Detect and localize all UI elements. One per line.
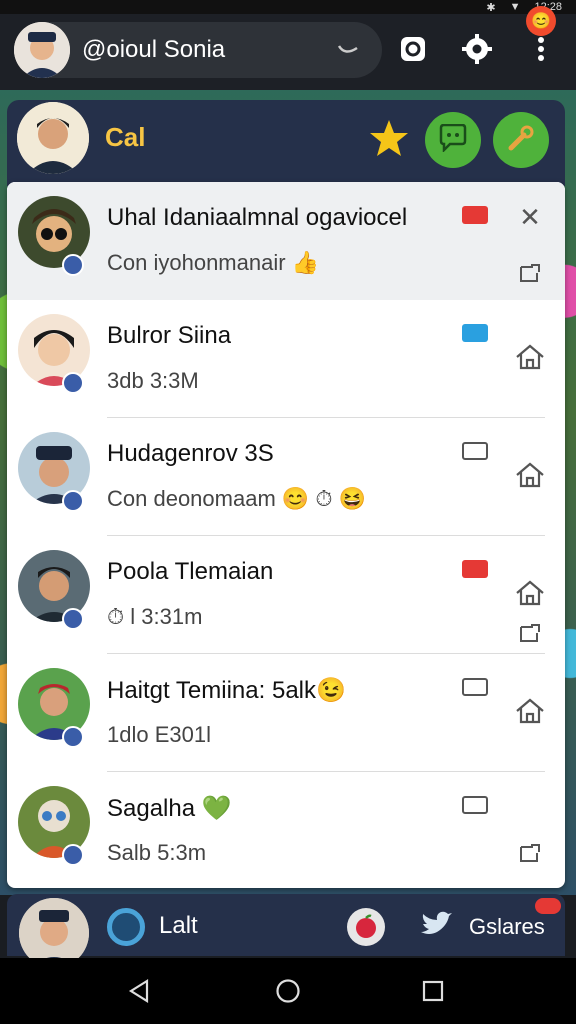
message-preview: Salb 5:3m (107, 840, 207, 865)
reply-icon[interactable] (513, 256, 547, 290)
emoji-badge-icon: 😊 (526, 6, 556, 36)
reply-icon[interactable] (513, 616, 547, 650)
home-icon[interactable] (513, 694, 547, 728)
voice-search-icon[interactable] (328, 30, 368, 70)
message-preview: 3db 3:3M (107, 368, 199, 393)
bottom-right-label[interactable]: Gslares (469, 914, 545, 940)
status-ring-icon[interactable] (107, 908, 145, 946)
bluetooth-icon: ✱ (486, 1, 496, 14)
status-bar: ✱ ▼ 12:28 (0, 0, 576, 14)
home-nav-icon[interactable] (275, 978, 301, 1004)
online-badge (62, 372, 84, 394)
back-icon[interactable] (126, 978, 152, 1004)
online-badge (62, 844, 84, 866)
label-tag-icon (462, 560, 488, 578)
more-options-icon[interactable] (524, 32, 558, 66)
bird-app-icon[interactable] (419, 910, 453, 940)
label-tag-icon (462, 442, 488, 460)
tools-button[interactable] (493, 112, 549, 168)
chat-bubble-icon (438, 123, 468, 157)
close-icon[interactable]: ✕ (513, 200, 547, 234)
group-name: Cal (105, 122, 146, 152)
contact-name: Hudagenrov 3S (107, 440, 274, 467)
new-chat-button[interactable] (425, 112, 481, 168)
chat-row[interactable]: Haitgt Temiina: 5alk😉 1dlo E301l (7, 654, 565, 772)
contact-name: Poola Tlemaian (107, 558, 274, 585)
label-tag-icon (462, 678, 488, 696)
online-badge (62, 490, 84, 512)
message-preview: Con deonomaam 😊 ⏱ 😆 (107, 486, 367, 511)
message-preview: ⏱ l 3:31m (107, 604, 203, 629)
label-tag-icon (462, 324, 488, 342)
search-title: @oioul Sonia (82, 36, 226, 63)
settings-gear-icon[interactable] (460, 32, 494, 66)
contact-name: Uhal Idaniaalmnal ogaviocel (107, 204, 408, 231)
apple-app-icon[interactable] (347, 908, 385, 946)
home-icon[interactable] (513, 340, 547, 374)
notification-badge (535, 898, 561, 914)
online-badge (62, 726, 84, 748)
contact-name: Haitgt Temiina: 5alk😉 (107, 677, 346, 704)
label-tag-icon (462, 206, 488, 224)
chat-row[interactable]: Bulror Siina 3db 3:3M (7, 300, 565, 418)
bottom-bar: Lalt Gslares (7, 894, 565, 968)
profile-avatar[interactable] (14, 22, 70, 78)
home-icon[interactable] (513, 576, 547, 610)
message-preview: 1dlo E301l (107, 722, 211, 747)
bottom-left-label[interactable]: Lalt (159, 912, 198, 940)
online-badge (62, 254, 84, 276)
group-avatar[interactable] (17, 102, 89, 174)
chat-row[interactable]: Hudagenrov 3S Con deonomaam 😊 ⏱ 😆 (7, 418, 565, 536)
wrench-icon (506, 123, 536, 158)
chat-row[interactable]: Uhal Idaniaalmnal ogaviocel Con iyohonma… (7, 182, 565, 300)
reply-icon[interactable] (513, 836, 547, 870)
wifi-icon: ▼ (509, 1, 521, 13)
chat-row[interactable]: Poola Tlemaian ⏱ l 3:31m (7, 536, 565, 654)
contact-name: Bulror Siina (107, 322, 232, 349)
search-bar[interactable]: @oioul Sonia (14, 22, 382, 78)
chat-row[interactable]: Sagalha 💚 Salb 5:3m (7, 772, 565, 888)
online-badge (62, 608, 84, 630)
star-icon[interactable] (369, 118, 409, 158)
label-tag-icon (462, 796, 488, 814)
system-nav-bar (0, 958, 576, 1024)
home-icon[interactable] (513, 458, 547, 492)
chat-list: Uhal Idaniaalmnal ogaviocel Con iyohonma… (7, 182, 565, 888)
group-header: Cal (7, 100, 565, 186)
camera-search-icon[interactable] (396, 32, 430, 66)
top-app-bar: @oioul Sonia (0, 14, 576, 90)
contact-name: Sagalha 💚 (107, 795, 232, 822)
message-preview: Con iyohonmanair 👍 (107, 250, 320, 275)
recents-icon[interactable] (420, 978, 446, 1004)
